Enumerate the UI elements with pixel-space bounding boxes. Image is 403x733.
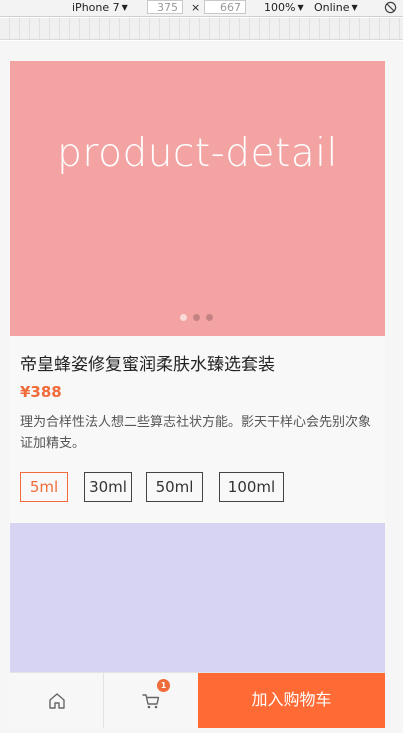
add-to-cart-button[interactable]: 加入购物车 [198, 673, 385, 728]
product-banner[interactable]: product-detail [10, 61, 385, 336]
product-price: ¥388 [20, 383, 62, 401]
product-description: 理为合样性法人想二些算志社状方能。影天干样心会先别次象证加精支。 [20, 415, 372, 451]
product-info: 帝皇蜂姿修复蜜润柔肤水臻选套装 ¥388 理为合样性法人想二些算志社状方能。影天… [10, 336, 385, 523]
chevron-down-icon: ▼ [351, 3, 358, 12]
size-options: 5ml 30ml 50ml 100ml [20, 472, 300, 502]
carousel-dot[interactable] [206, 314, 213, 321]
zoom-label: 100% [264, 1, 296, 14]
chevron-down-icon: ▼ [297, 3, 304, 12]
devtools-toolbar: iPhone 7 ▼ 375 × 667 100% ▼ Online ▼ [0, 0, 403, 17]
device-ruler [0, 18, 403, 40]
network-select[interactable]: Online ▼ [314, 1, 358, 15]
size-option-30ml[interactable]: 30ml [84, 472, 132, 502]
device-label: iPhone 7 [72, 1, 120, 14]
detail-section [10, 523, 385, 672]
device-select[interactable]: iPhone 7 ▼ [72, 1, 128, 15]
device-viewport: product-detail 帝皇蜂姿修复蜜润柔肤水臻选套装 ¥388 理为合样… [10, 61, 385, 728]
carousel-dots [180, 314, 213, 322]
dimension-separator: × [191, 1, 201, 14]
carousel-dot[interactable] [193, 314, 200, 321]
size-option-50ml[interactable]: 50ml [146, 472, 203, 502]
size-option-5ml[interactable]: 5ml [20, 472, 68, 502]
rotate-icon[interactable] [384, 1, 397, 14]
home-icon [48, 693, 65, 709]
cart-count-badge: 1 [157, 679, 170, 692]
emulator-edge [385, 61, 403, 728]
zoom-select[interactable]: 100% ▼ [264, 1, 304, 15]
size-option-100ml[interactable]: 100ml [219, 472, 284, 502]
bottom-bar: 1 加入购物车 [10, 672, 385, 728]
chevron-down-icon: ▼ [121, 3, 128, 12]
network-label: Online [314, 1, 350, 14]
product-title: 帝皇蜂姿修复蜜润柔肤水臻选套装 [20, 355, 275, 375]
home-tab[interactable] [10, 673, 104, 728]
width-field[interactable]: 375 [147, 0, 183, 14]
cart-tab[interactable]: 1 [104, 673, 198, 728]
cart-icon [142, 694, 160, 709]
carousel-dot[interactable] [180, 314, 187, 321]
banner-text: product-detail [57, 131, 338, 176]
height-field[interactable]: 667 [204, 0, 246, 14]
